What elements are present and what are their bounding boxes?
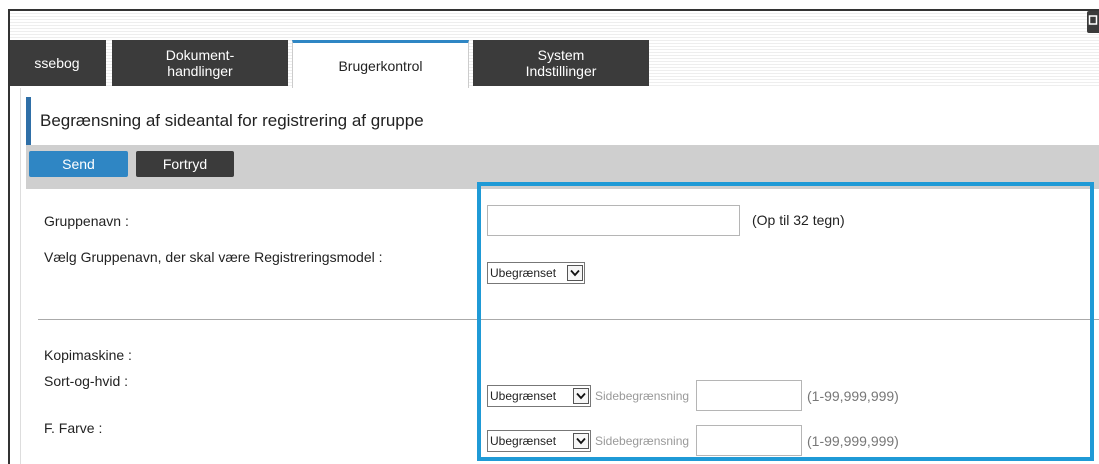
tab-label-line2: Indstillinger [525,63,597,79]
tab-label: Brugerkontrol [338,57,423,74]
tab-user-control[interactable]: Brugerkontrol [292,40,469,88]
send-button[interactable]: Send [29,151,128,177]
title-accent-bar [26,97,31,145]
undo-button[interactable]: Fortryd [136,151,234,177]
tab-document-operations[interactable]: Dokument- handlinger [112,40,288,86]
model-label: Vælg Gruppenavn, der skal være Registrer… [44,249,383,265]
tab-bar: ssebog Dokument- handlinger Brugerkontro… [10,11,1099,88]
highlight-frame [477,182,1094,461]
tab-label-line2: handlinger [167,63,233,79]
tab-label-line1: Dokument- [165,47,235,63]
tab-system-settings[interactable]: System Indstillinger [473,40,649,86]
group-name-label: Gruppenavn : [44,213,129,229]
window-icon[interactable] [1087,11,1099,33]
color-label: F. Farve : [44,420,103,436]
page-title: Begrænsning af sideantal for registrerin… [40,111,424,130]
bw-label: Sort-og-hvid : [44,373,129,389]
tab-label-line1: System [537,47,585,63]
tab-address-book[interactable]: ssebog [10,40,106,86]
copier-label: Kopimaskine : [44,347,132,363]
page-header: Begrænsning af sideantal for registrerin… [26,97,1099,145]
tab-label: ssebog [34,55,80,71]
